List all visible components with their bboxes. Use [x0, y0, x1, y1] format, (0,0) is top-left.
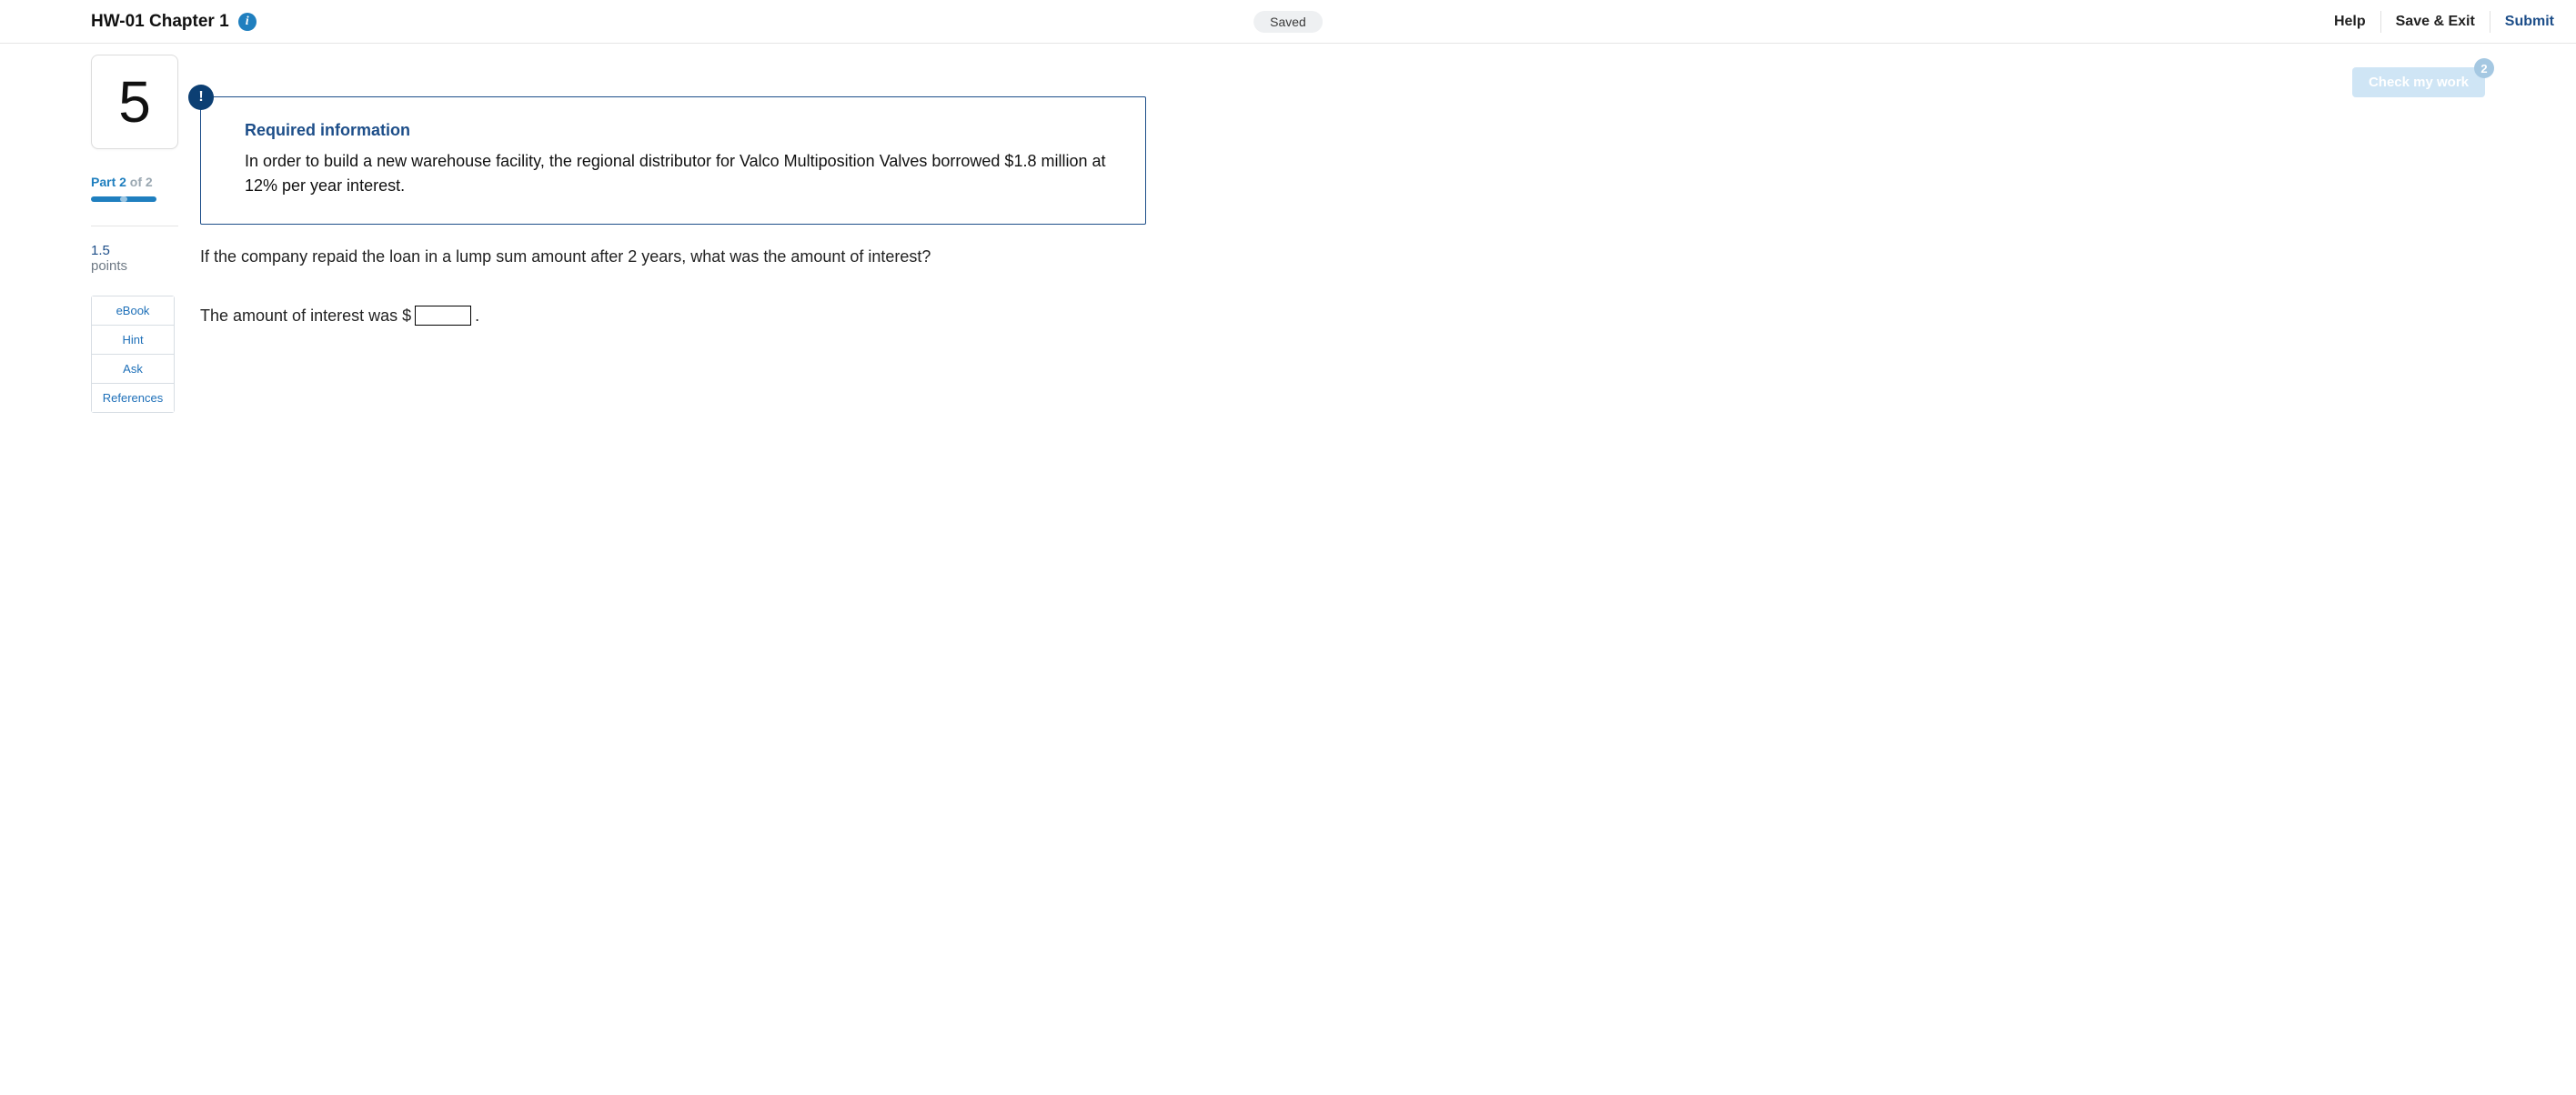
points-label: points [91, 258, 178, 274]
hint-button[interactable]: Hint [92, 326, 174, 355]
references-button[interactable]: References [92, 384, 174, 412]
question-number-card: 5 [91, 55, 178, 149]
title-wrap: HW-01 Chapter 1 i [91, 12, 257, 32]
assignment-title: HW-01 Chapter 1 [91, 12, 229, 32]
check-my-work-badge: 2 [2474, 58, 2494, 78]
saved-status: Saved [1253, 11, 1323, 33]
ask-button[interactable]: Ask [92, 355, 174, 384]
answer-prefix: The amount of interest was $ [200, 306, 411, 326]
top-actions: Help Save & Exit Submit [2319, 11, 2554, 33]
submit-link[interactable]: Submit [2490, 11, 2554, 33]
required-information-title: Required information [245, 121, 1120, 140]
part-label: Part 2 of 2 [91, 175, 178, 189]
answer-suffix: . [475, 306, 479, 326]
side-buttons: eBook Hint Ask References [91, 296, 175, 413]
info-icon[interactable]: i [238, 13, 257, 31]
answer-input[interactable] [415, 306, 471, 326]
main-column: Check my work 2 ! Required information I… [200, 55, 2485, 326]
top-bar: HW-01 Chapter 1 i Saved Help Save & Exit… [0, 0, 2576, 44]
save-exit-link[interactable]: Save & Exit [2381, 11, 2490, 33]
part-current: Part 2 [91, 175, 126, 189]
required-information-box: ! Required information In order to build… [200, 96, 1146, 225]
page-body: 5 Part 2 of 2 1.5 points eBook Hint Ask … [0, 44, 2576, 449]
answer-line: The amount of interest was $ . [200, 306, 2485, 326]
points-value: 1.5 [91, 243, 178, 258]
part-total: of 2 [126, 175, 153, 189]
check-my-work-button[interactable]: Check my work 2 [2352, 67, 2485, 97]
left-column: 5 Part 2 of 2 1.5 points eBook Hint Ask … [91, 55, 178, 413]
help-link[interactable]: Help [2319, 11, 2381, 33]
check-my-work-label: Check my work [2369, 75, 2469, 90]
alert-icon: ! [188, 85, 214, 110]
part-progress-bar [91, 196, 156, 202]
ebook-button[interactable]: eBook [92, 296, 174, 326]
required-information-body: In order to build a new warehouse facili… [245, 149, 1120, 198]
question-prompt: If the company repaid the loan in a lump… [200, 245, 2485, 269]
